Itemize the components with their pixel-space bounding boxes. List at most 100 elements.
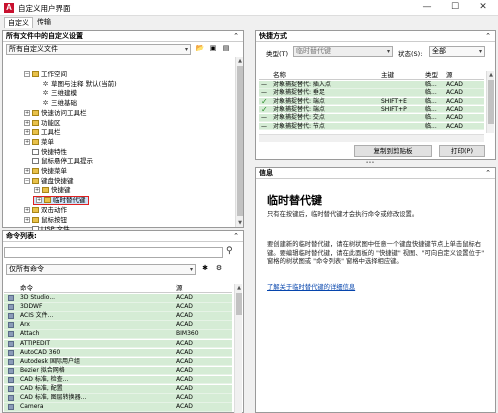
source-column-header[interactable]: 源 [176, 284, 183, 293]
key-column-header[interactable]: 主键 [381, 71, 394, 80]
tree-item[interactable]: − 工作空间 [24, 71, 67, 78]
print-button[interactable]: 打印(P) [439, 145, 485, 157]
tree-item[interactable]: + 功能区 [24, 119, 61, 127]
tree-item-label: 三维建模 [51, 89, 77, 98]
expand-node-icon[interactable]: + [24, 119, 30, 126]
splitter-grip-icon[interactable]: ••• [360, 161, 380, 166]
shortcut-row[interactable]: — 对象捕捉替代: 插入点 临... ACAD [259, 81, 484, 89]
collapse-chevron-icon[interactable]: ⌃ [233, 231, 239, 241]
command-icon [8, 367, 14, 374]
tree-item[interactable]: + 菜单 [24, 138, 54, 146]
tree-item[interactable]: + 工具栏 [24, 129, 61, 136]
scroll-thumb[interactable] [237, 66, 243, 216]
command-row[interactable]: Arx ACAD [4, 321, 232, 330]
info-paragraph-1: 只有在按键后，临时替代键才会执行命令或修改设置。 [267, 211, 419, 218]
shortcut-row[interactable]: — 对象捕捉替代: 交点 临... ACAD [259, 114, 484, 122]
command-row[interactable]: ATTIPEDIT ACAD [4, 339, 232, 349]
expand-node-icon[interactable]: + [24, 168, 30, 174]
command-name: CAD 标准, 图层转换器... [20, 394, 87, 402]
tab-customize[interactable]: 自定义 [4, 17, 33, 28]
expand-node-icon[interactable]: + [34, 187, 40, 194]
gear-icon: ✲ [42, 89, 49, 98]
command-row[interactable]: CAD 标准, 检查... ACAD [4, 375, 232, 385]
command-column-header[interactable]: 命令 [20, 284, 33, 293]
scroll-up-icon[interactable]: ▲ [235, 284, 243, 292]
expand-node-icon[interactable]: + [24, 206, 30, 213]
command-row[interactable]: Autodesk 国际用户组 ACAD [4, 357, 232, 367]
shortcut-row[interactable]: ✓ 对象捕捉替代: 端点 SHIFT+P 临... ACAD [259, 106, 484, 114]
command-search-input[interactable] [4, 247, 223, 258]
tree-item[interactable]: − 键盘快捷键 [24, 177, 74, 185]
command-row[interactable]: 3D Studio... ACAD [4, 294, 232, 303]
tree-item[interactable]: ✲ 三维基础 [34, 100, 77, 107]
shortcut-row[interactable]: — 对象捕捉替代: 垂足 临... ACAD [259, 89, 484, 97]
command-row[interactable]: Camera ACAD [4, 403, 232, 412]
scroll-thumb[interactable] [236, 293, 242, 315]
learn-more-link[interactable]: 了解关于临时替代键的详细信息 [267, 282, 489, 291]
maximize-button[interactable]: ☐ [441, 0, 469, 16]
tree-item[interactable]: ✲ 三维建模 [34, 90, 77, 97]
command-row[interactable]: ACIS 文件... ACAD [4, 312, 232, 321]
open-file-icon[interactable]: 📂 [195, 44, 205, 53]
tree-item[interactable]: + 快速访问工具栏 [24, 109, 87, 117]
expand-node-icon[interactable]: + [36, 197, 42, 204]
tree-item[interactable]: ✲ 草图与注释 默认(当前) [34, 80, 117, 88]
type-column-header[interactable]: 类型 [425, 71, 438, 80]
shortcuts-horizontal-scrollbar[interactable] [259, 134, 484, 142]
scroll-up-icon[interactable]: ▲ [487, 71, 495, 79]
tree-item-label: 鼠标悬停工具提示 [41, 157, 93, 166]
tree-item[interactable]: + 鼠标按钮 [24, 216, 67, 224]
tree-item[interactable]: + 临时替代键 [33, 196, 89, 206]
collapse-node-icon[interactable]: − [24, 71, 30, 77]
tree-item[interactable]: 鼠标悬停工具提示 [24, 158, 93, 165]
info-panel-header: 信息 ⌃ [256, 168, 495, 179]
display-icon[interactable]: ▤ [221, 44, 231, 53]
status-select-value: 全部 [432, 47, 446, 55]
minimize-button[interactable]: — [413, 0, 441, 16]
name-column-header[interactable]: 名称 [273, 71, 286, 80]
shortcuts-scrollbar[interactable]: ▲ [486, 71, 494, 133]
collapse-chevron-icon[interactable]: ⌃ [485, 31, 491, 41]
collapse-node-icon[interactable]: − [24, 177, 30, 184]
folder-icon [44, 197, 51, 204]
command-row[interactable]: CAD 标准, 配置 ACAD [4, 385, 232, 394]
scroll-up-icon[interactable]: ▲ [236, 57, 244, 65]
source-column-header[interactable]: 源 [446, 71, 453, 80]
info-panel-title: 信息 [259, 169, 273, 177]
tree-item[interactable]: + 快捷键 [34, 187, 71, 194]
copy-to-clipboard-button[interactable]: 复制到剪贴板 [354, 145, 432, 157]
filter-icon[interactable]: ⚙ [214, 264, 224, 273]
expand-node-icon[interactable]: + [24, 216, 30, 223]
command-list-scrollbar[interactable]: ▲ [234, 284, 242, 413]
doc-icon [32, 158, 39, 165]
scroll-thumb[interactable] [488, 80, 494, 124]
command-row[interactable]: CAD 标准, 图层转换器... ACAD [4, 394, 232, 403]
shortcut-row[interactable]: ✓ 对象捕捉替代: 端点 SHIFT+E 临... ACAD [259, 97, 484, 106]
command-row[interactable]: 3DDWF ACAD [4, 303, 232, 312]
tree-item[interactable]: + 快捷菜单 [24, 168, 67, 175]
command-row[interactable]: AutoCAD 360 ACAD [4, 348, 232, 358]
tab-transfer[interactable]: 传输 [34, 17, 54, 28]
close-button[interactable]: ✕ [469, 0, 497, 16]
command-icon [8, 404, 14, 411]
expand-node-icon[interactable]: + [24, 129, 30, 136]
save-icon[interactable]: ▣ [208, 44, 218, 53]
collapse-chevron-icon[interactable]: ⌃ [485, 168, 491, 178]
shortcut-row[interactable]: — 对象捕捉替代: 节点 临... ACAD [259, 122, 484, 131]
tree-item[interactable]: 快捷特性 [24, 148, 67, 156]
file-select[interactable]: 所有自定义文件 ▾ [6, 44, 191, 55]
new-command-icon[interactable]: ✱ [200, 264, 210, 273]
status-select[interactable]: 全部 ▾ [429, 46, 485, 57]
collapse-chevron-icon[interactable]: ⌃ [233, 31, 239, 41]
tree-vertical-scrollbar[interactable]: ▲ ▼ [235, 57, 243, 227]
command-filter-select[interactable]: 仅所有命令 ▾ [6, 264, 196, 275]
expand-node-icon[interactable]: + [24, 109, 30, 116]
command-row[interactable]: Bezier 拟合网格 ACAD [4, 366, 232, 376]
expand-node-icon[interactable]: + [24, 138, 30, 145]
command-row[interactable]: Attach BIM360 [4, 330, 232, 339]
scroll-down-icon[interactable]: ▼ [236, 219, 244, 227]
tree-item[interactable]: + 双击动作 [24, 206, 67, 214]
type-select[interactable]: 临时替代键 ▾ [293, 46, 393, 57]
command-icon [8, 376, 14, 383]
search-icon[interactable]: ⚲ [226, 246, 233, 256]
